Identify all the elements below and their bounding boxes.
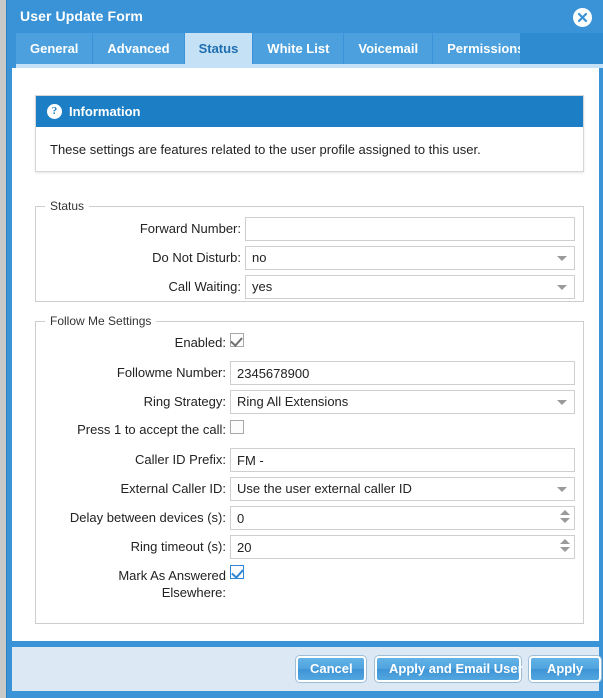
status-fieldset-legend: Status bbox=[50, 199, 85, 213]
mark-as-answered-elsewhere-label: Mark As Answered Elsewhere: bbox=[36, 567, 226, 601]
call-waiting-select[interactable]: yes bbox=[245, 275, 575, 299]
question-mark-icon: ? bbox=[47, 104, 62, 119]
chevron-down-icon bbox=[557, 400, 567, 405]
information-panel-header: ? Information bbox=[36, 96, 583, 127]
call-waiting-value: yes bbox=[252, 279, 273, 294]
chevron-down-icon bbox=[557, 285, 567, 290]
information-panel: ? Information These settings are feature… bbox=[35, 95, 584, 172]
ring-strategy-value: Ring All Extensions bbox=[237, 394, 349, 409]
information-panel-title: Information bbox=[69, 104, 141, 119]
tab-white-list[interactable]: White List bbox=[253, 33, 345, 64]
delay-between-devices-input[interactable] bbox=[230, 506, 575, 530]
status-fieldset: Status Forward Number: Do Not Disturb: n… bbox=[35, 199, 584, 302]
tab-voicemail[interactable]: Voicemail bbox=[344, 33, 434, 64]
mark-as-answered-label-line2: Elsewhere: bbox=[161, 585, 226, 600]
ring-timeout-label: Ring timeout (s): bbox=[130, 539, 226, 554]
chevron-down-icon bbox=[557, 487, 567, 492]
do-not-disturb-value: no bbox=[252, 250, 267, 265]
external-caller-id-value: Use the user external caller ID bbox=[237, 481, 412, 496]
dialog-titlebar: User Update Form bbox=[7, 0, 603, 33]
chevron-down-icon bbox=[557, 256, 567, 261]
spinner-down-icon bbox=[559, 518, 570, 523]
spinner-up-icon bbox=[559, 539, 570, 544]
apply-and-email-user-button[interactable]: Apply and Email User bbox=[375, 656, 523, 682]
mark-as-answered-label-line1: Mark As Answered bbox=[118, 568, 226, 583]
follow-me-settings-fieldset: Follow Me Settings Enabled: Followme Num… bbox=[35, 314, 584, 624]
close-icon[interactable] bbox=[573, 8, 592, 27]
press-1-to-accept-checkbox[interactable] bbox=[230, 420, 244, 434]
enabled-label: Enabled: bbox=[174, 335, 226, 350]
do-not-disturb-select[interactable]: no bbox=[245, 246, 575, 270]
ring-strategy-select[interactable]: Ring All Extensions bbox=[230, 390, 575, 414]
external-caller-id-select[interactable]: Use the user external caller ID bbox=[230, 477, 575, 501]
ring-timeout-spinner[interactable] bbox=[559, 539, 570, 555]
follow-me-fieldset-legend: Follow Me Settings bbox=[50, 314, 152, 328]
dialog-content: ? Information These settings are feature… bbox=[12, 68, 599, 641]
followme-number-label: Followme Number: bbox=[116, 365, 226, 380]
dialog-footer: Cancel Apply and Email User Apply bbox=[12, 645, 601, 691]
tab-bar-filler bbox=[520, 33, 603, 64]
call-waiting-label: Call Waiting: bbox=[168, 279, 241, 294]
tab-general[interactable]: General bbox=[16, 33, 94, 64]
ring-strategy-label: Ring Strategy: bbox=[143, 394, 226, 409]
cancel-button[interactable]: Cancel bbox=[296, 656, 366, 682]
followme-number-input[interactable] bbox=[230, 361, 575, 385]
delay-between-devices-label: Delay between devices (s): bbox=[69, 510, 226, 525]
tab-bar: General Advanced Status White List Voice… bbox=[7, 33, 603, 68]
information-panel-text: These settings are features related to t… bbox=[50, 142, 481, 157]
spinner-up-icon bbox=[559, 510, 570, 515]
forward-number-input[interactable] bbox=[245, 217, 575, 241]
tab-status[interactable]: Status bbox=[184, 33, 254, 64]
do-not-disturb-label: Do Not Disturb: bbox=[152, 250, 241, 265]
delay-spinner[interactable] bbox=[559, 510, 570, 526]
user-update-form-dialog: User Update Form General Advanced Status… bbox=[6, 0, 603, 698]
apply-button[interactable]: Apply bbox=[529, 656, 601, 682]
mark-as-answered-elsewhere-checkbox[interactable] bbox=[230, 565, 244, 579]
dialog-title: User Update Form bbox=[20, 8, 143, 24]
caller-id-prefix-input[interactable] bbox=[230, 448, 575, 472]
ring-timeout-input[interactable] bbox=[230, 535, 575, 559]
spinner-down-icon bbox=[559, 547, 570, 552]
forward-number-label: Forward Number: bbox=[139, 221, 241, 236]
enabled-checkbox[interactable] bbox=[230, 333, 244, 347]
external-caller-id-label: External Caller ID: bbox=[120, 481, 226, 496]
press-1-to-accept-label: Press 1 to accept the call: bbox=[77, 422, 226, 437]
tab-advanced[interactable]: Advanced bbox=[93, 33, 185, 64]
caller-id-prefix-label: Caller ID Prefix: bbox=[134, 452, 226, 467]
